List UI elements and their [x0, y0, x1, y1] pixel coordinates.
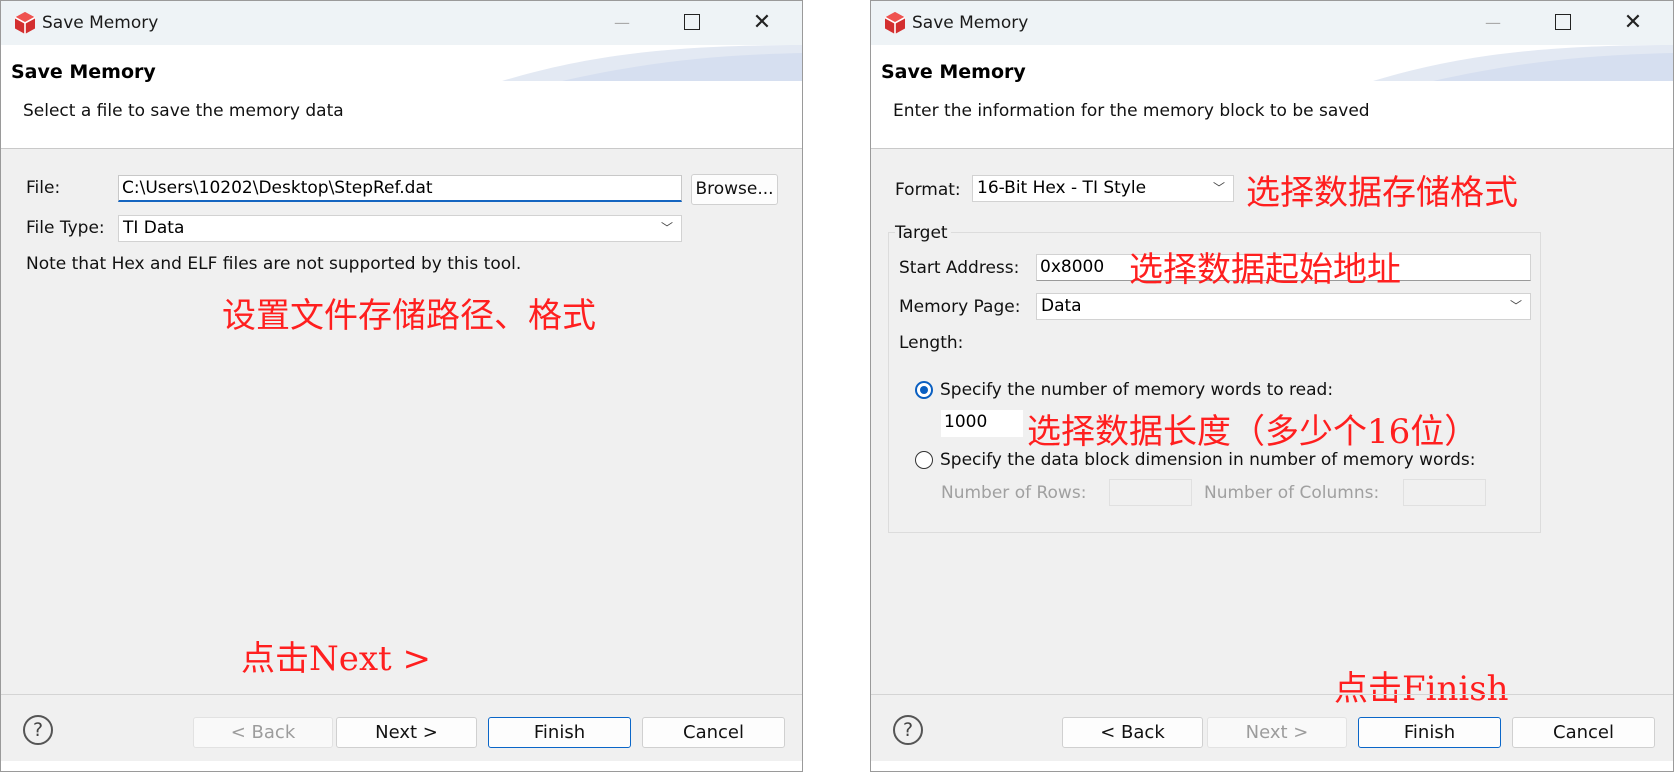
- radio-specify-words[interactable]: [915, 381, 933, 399]
- target-group-label: Target: [895, 223, 951, 243]
- title-bar: Save Memory — ✕: [871, 1, 1673, 45]
- next-button[interactable]: Next >: [1207, 717, 1347, 748]
- length-label: Length:: [899, 333, 964, 353]
- columns-input[interactable]: [1403, 479, 1486, 506]
- file-type-label: File Type:: [26, 218, 105, 238]
- next-button[interactable]: Next >: [336, 717, 477, 748]
- chevron-down-icon: ﹀: [1509, 299, 1522, 313]
- memory-words-input[interactable]: 1000: [941, 410, 1023, 437]
- start-address-label: Start Address:: [899, 258, 1020, 278]
- page-title: Save Memory: [11, 61, 156, 83]
- bottom-strip: [871, 761, 1673, 771]
- back-button[interactable]: < Back: [1062, 717, 1203, 748]
- format-value: 16-Bit Hex - TI Style: [977, 178, 1147, 198]
- page-description: Select a file to save the memory data: [23, 101, 344, 121]
- minimize-icon[interactable]: —: [592, 1, 652, 45]
- header-decoration: [502, 45, 802, 81]
- save-memory-dialog-block: Save Memory — ✕ Save Memory Enter the in…: [870, 0, 1674, 772]
- wizard-header: Save Memory Select a file to save the me…: [1, 45, 802, 149]
- maximize-icon[interactable]: [1533, 1, 1593, 45]
- format-select[interactable]: 16-Bit Hex - TI Style ﹀: [972, 175, 1234, 202]
- header-decoration: [1373, 45, 1673, 81]
- file-path-input[interactable]: C:\Users\10202\Desktop\StepRef.dat: [118, 175, 682, 202]
- annotation-finish: 点击Finish: [1334, 669, 1509, 709]
- file-type-value: TI Data: [123, 218, 185, 238]
- memory-page-select[interactable]: Data ﹀: [1036, 293, 1531, 320]
- annotation-address: 选择数据起始地址: [1129, 250, 1401, 290]
- radio-block-dimension-label[interactable]: Specify the data block dimension in numb…: [940, 450, 1475, 470]
- footer-divider: [1, 694, 802, 695]
- footer-divider: [871, 694, 1673, 695]
- cancel-button[interactable]: Cancel: [642, 717, 785, 748]
- title-bar: Save Memory — ✕: [1, 1, 802, 45]
- window-title: Save Memory: [42, 13, 159, 33]
- annotation-length: 选择数据长度（多少个16位）: [1027, 412, 1479, 452]
- app-cube-icon: [884, 12, 906, 34]
- rows-input[interactable]: [1109, 479, 1192, 506]
- memory-page-label: Memory Page:: [899, 297, 1021, 317]
- minimize-icon[interactable]: —: [1463, 1, 1523, 45]
- back-button[interactable]: < Back: [193, 717, 333, 748]
- chevron-down-icon: ﹀: [1212, 181, 1225, 195]
- window-title: Save Memory: [912, 13, 1029, 33]
- file-label: File:: [26, 178, 61, 198]
- finish-button[interactable]: Finish: [1358, 717, 1501, 748]
- help-icon[interactable]: ?: [23, 715, 53, 745]
- finish-button[interactable]: Finish: [488, 717, 631, 748]
- wizard-header: Save Memory Enter the information for th…: [871, 45, 1673, 149]
- file-type-select[interactable]: TI Data ﹀: [118, 215, 682, 242]
- save-memory-dialog-file: Save Memory — ✕ Save Memory Select a fil…: [0, 0, 803, 772]
- page-title: Save Memory: [881, 61, 1026, 83]
- radio-specify-words-label[interactable]: Specify the number of memory words to re…: [940, 380, 1333, 400]
- columns-label: Number of Columns:: [1204, 483, 1380, 503]
- annotation-next: 点击Next >: [241, 639, 432, 679]
- close-icon[interactable]: ✕: [1603, 1, 1663, 45]
- chevron-down-icon: ﹀: [660, 221, 673, 235]
- format-label: Format:: [895, 180, 961, 200]
- annotation-path: 设置文件存储路径、格式: [222, 296, 596, 336]
- browse-button[interactable]: Browse...: [691, 174, 778, 205]
- annotation-format: 选择数据存储格式: [1246, 173, 1518, 213]
- help-icon[interactable]: ?: [893, 715, 923, 745]
- radio-block-dimension[interactable]: [915, 451, 933, 469]
- memory-page-value: Data: [1041, 296, 1082, 316]
- close-icon[interactable]: ✕: [732, 1, 792, 45]
- rows-label: Number of Rows:: [941, 483, 1087, 503]
- note-text: Note that Hex and ELF files are not supp…: [26, 254, 522, 274]
- page-description: Enter the information for the memory blo…: [893, 101, 1370, 121]
- maximize-icon[interactable]: [662, 1, 722, 45]
- app-cube-icon: [14, 12, 36, 34]
- bottom-strip: [1, 761, 802, 771]
- cancel-button[interactable]: Cancel: [1512, 717, 1655, 748]
